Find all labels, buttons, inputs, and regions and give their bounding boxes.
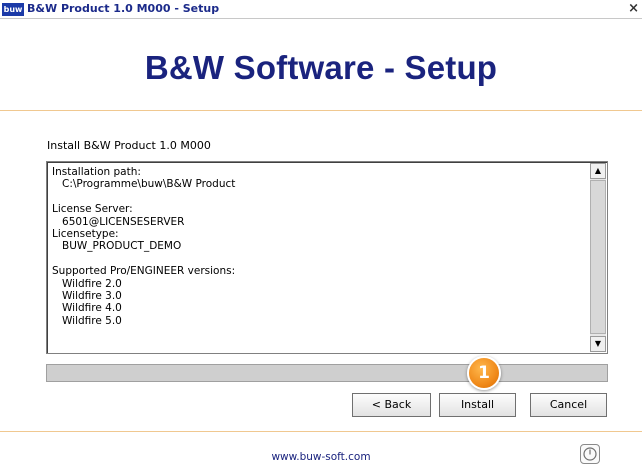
info-text: Installation path: C:\Programme\buw\B&W …: [52, 166, 587, 327]
install-button-label: Install: [460, 398, 495, 411]
install-label: Install B&W Product 1.0 M000: [47, 139, 211, 152]
info-line: Wildfire 4.0: [52, 302, 122, 315]
progress-bar: [46, 364, 608, 382]
info-line: 6501@LICENSESERVER: [52, 215, 185, 228]
scroll-down-button[interactable]: ▼: [590, 336, 606, 352]
info-line: Supported Pro/ENGINEER versions:: [52, 265, 236, 278]
info-line: [52, 253, 587, 265]
setup-header: B&W Software - Setup: [0, 19, 642, 111]
title-bar: buw B&W Product 1.0 M000 - Setup ×: [0, 0, 642, 19]
back-button-label: < Back: [371, 398, 412, 411]
info-line: Licensetype:: [52, 228, 119, 241]
info-line: BUW_PRODUCT_DEMO: [52, 240, 182, 253]
close-icon[interactable]: ×: [628, 1, 639, 17]
scroll-up-button[interactable]: ▲: [590, 163, 606, 179]
install-button[interactable]: Install: [439, 393, 516, 417]
info-line: Wildfire 3.0: [52, 290, 122, 303]
step-callout-badge: 1: [467, 356, 501, 390]
cancel-button-label: Cancel: [549, 398, 588, 411]
website-link[interactable]: www.buw-soft.com: [0, 451, 642, 463]
back-button[interactable]: < Back: [352, 393, 431, 417]
info-line: Installation path:: [52, 166, 141, 178]
window-title: B&W Product 1.0 M000 - Setup: [27, 2, 220, 15]
info-line: [52, 191, 587, 203]
footer: www.buw-soft.com: [0, 432, 642, 475]
page-title: B&W Software - Setup: [144, 49, 498, 86]
info-line: C:\Programme\buw\B&W Product: [52, 178, 236, 191]
cancel-button[interactable]: Cancel: [530, 393, 607, 417]
info-line: Wildfire 5.0: [52, 314, 122, 327]
power-icon-glyph: [583, 447, 597, 461]
info-line: License Server:: [52, 203, 133, 216]
vertical-scrollbar[interactable]: ▲ ▼: [590, 163, 606, 352]
info-textbox[interactable]: Installation path: C:\Programme\buw\B&W …: [46, 161, 608, 354]
main-content: Install B&W Product 1.0 M000 Installatio…: [0, 111, 642, 431]
info-line: Wildfire 2.0: [52, 277, 122, 290]
power-icon[interactable]: [580, 444, 600, 464]
scroll-thumb[interactable]: [590, 180, 606, 334]
app-icon: buw: [2, 3, 24, 16]
